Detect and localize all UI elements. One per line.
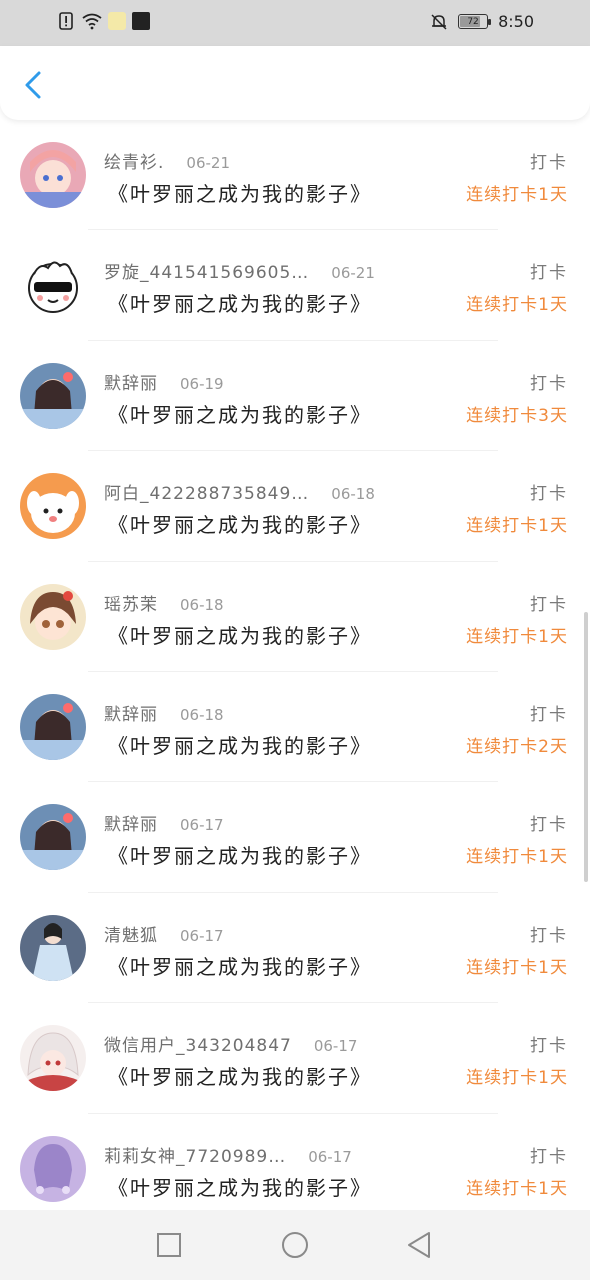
chevron-left-icon[interactable] bbox=[18, 68, 48, 102]
list-item[interactable]: 微信用户_343204847 06-17 《叶罗丽之成为我的影子》 打卡连续打卡1天 bbox=[0, 1003, 590, 1114]
status-left-icons bbox=[58, 12, 150, 30]
user-name[interactable]: 绘青衫. bbox=[104, 148, 164, 173]
avatar[interactable] bbox=[20, 804, 86, 871]
book-title[interactable]: 《叶罗丽之成为我的影子》 bbox=[108, 840, 372, 869]
mute-icon bbox=[431, 13, 447, 30]
streak-badge: 连续打卡1天 bbox=[466, 295, 568, 316]
list-item[interactable]: 清魅狐 06-17 《叶罗丽之成为我的影子》 打卡连续打卡1天 bbox=[0, 893, 590, 1004]
streak-badge: 连续打卡1天 bbox=[466, 516, 568, 537]
book-title[interactable]: 《叶罗丽之成为我的影子》 bbox=[108, 620, 372, 649]
checkin-date: 06-19 bbox=[180, 374, 224, 393]
checkin-label: 打卡 bbox=[530, 263, 568, 284]
checkin-label: 打卡 bbox=[530, 484, 568, 505]
list-item[interactable]: 默辞丽 06-17 《叶罗丽之成为我的影子》 打卡连续打卡1天 bbox=[0, 782, 590, 893]
checkin-label: 打卡 bbox=[530, 594, 568, 615]
streak-badge: 连续打卡1天 bbox=[466, 957, 568, 978]
book-title[interactable]: 《叶罗丽之成为我的影子》 bbox=[108, 951, 372, 980]
app-notification-icon bbox=[132, 12, 150, 30]
checkin-date: 06-17 bbox=[180, 816, 224, 835]
user-name[interactable]: 微信用户_343204847 bbox=[104, 1031, 292, 1056]
wifi-icon bbox=[82, 13, 102, 30]
user-meta: 默辞丽 06-18 bbox=[104, 700, 224, 725]
avatar[interactable] bbox=[20, 142, 86, 208]
user-name[interactable]: 默辞丽 bbox=[104, 369, 158, 394]
user-meta: 莉莉女神_7720989… 06-17 bbox=[104, 1142, 352, 1167]
user-name[interactable]: 默辞丽 bbox=[104, 700, 158, 725]
user-name[interactable]: 默辞丽 bbox=[104, 810, 158, 835]
checkin-date: 06-21 bbox=[186, 154, 230, 172]
checkin-label: 打卡 bbox=[530, 704, 568, 725]
streak-badge: 连续打卡1天 bbox=[466, 1068, 568, 1089]
battery-icon: 72 bbox=[458, 14, 492, 29]
user-name[interactable]: 阿白_422288735849… bbox=[104, 479, 309, 504]
alert-icon bbox=[59, 12, 73, 30]
user-name[interactable]: 莉莉女神_7720989… bbox=[104, 1142, 286, 1167]
checkin-date: 06-21 bbox=[331, 264, 375, 283]
checkin-label: 打卡 bbox=[530, 925, 568, 946]
status-right-icons: 72 8:50 bbox=[430, 12, 534, 31]
checkin-label: 打卡 bbox=[530, 153, 568, 173]
book-title[interactable]: 《叶罗丽之成为我的影子》 bbox=[108, 399, 372, 428]
list-item[interactable]: 瑶苏茉 06-18 《叶罗丽之成为我的影子》 打卡连续打卡1天 bbox=[0, 562, 590, 672]
checkin-date: 06-18 bbox=[180, 595, 224, 614]
streak-badge: 连续打卡2天 bbox=[466, 736, 568, 757]
user-name[interactable]: 罗旋_441541569605… bbox=[104, 258, 309, 283]
user-name[interactable]: 清魅狐 bbox=[104, 921, 158, 946]
status-bar: 72 8:50 bbox=[0, 0, 590, 46]
list-item[interactable]: 阿白_422288735849… 06-18 《叶罗丽之成为我的影子》 打卡连续打卡1… bbox=[0, 451, 590, 562]
back-icon[interactable] bbox=[404, 1230, 434, 1260]
scrollbar[interactable] bbox=[584, 612, 588, 882]
avatar[interactable] bbox=[20, 693, 86, 760]
book-title[interactable]: 《叶罗丽之成为我的影子》 bbox=[108, 1172, 372, 1201]
app-notification-icon bbox=[108, 12, 126, 30]
checkin-list: 绘青衫. 06-21 《叶罗丽之成为我的影子》 打卡 连续打卡1天 罗旋_44154156… bbox=[0, 120, 590, 1224]
list-item[interactable]: 莉莉女神_7720989… 06-17 《叶罗丽之成为我的影子》 打卡连续打卡1天 bbox=[0, 1114, 590, 1224]
list-item[interactable]: 绘青衫. 06-21 《叶罗丽之成为我的影子》 打卡连续打卡1天 bbox=[0, 120, 590, 231]
checkin-label: 打卡 bbox=[530, 815, 568, 836]
streak-badge: 连续打卡1天 bbox=[466, 185, 568, 205]
user-meta: 罗旋_441541569605… 06-21 bbox=[104, 258, 375, 283]
user-name[interactable]: 瑶苏茉 bbox=[104, 590, 158, 615]
book-title[interactable]: 《叶罗丽之成为我的影子》 bbox=[108, 730, 372, 759]
checkin-label: 打卡 bbox=[530, 1036, 568, 1057]
checkin-date: 06-17 bbox=[180, 926, 224, 945]
user-meta: 瑶苏茉 06-18 bbox=[104, 590, 224, 615]
header bbox=[0, 46, 590, 120]
avatar[interactable] bbox=[20, 914, 86, 981]
user-meta: 绘青衫. 06-21 bbox=[104, 148, 230, 173]
streak-badge: 连续打卡1天 bbox=[466, 847, 568, 868]
checkin-date: 06-18 bbox=[180, 705, 224, 724]
avatar[interactable] bbox=[20, 583, 86, 650]
book-title[interactable]: 《叶罗丽之成为我的影子》 bbox=[108, 1061, 372, 1090]
avatar[interactable] bbox=[20, 1025, 86, 1092]
book-title[interactable]: 《叶罗丽之成为我的影子》 bbox=[108, 288, 372, 317]
avatar[interactable] bbox=[20, 1135, 86, 1202]
list-item[interactable]: 默辞丽 06-18 《叶罗丽之成为我的影子》 打卡连续打卡2天 bbox=[0, 672, 590, 783]
streak-badge: 连续打卡1天 bbox=[466, 1178, 568, 1199]
user-meta: 清魅狐 06-17 bbox=[104, 921, 224, 946]
checkin-label: 打卡 bbox=[530, 373, 568, 394]
navigation-bar bbox=[0, 1210, 590, 1280]
user-meta: 微信用户_343204847 06-17 bbox=[104, 1031, 357, 1056]
user-meta: 阿白_422288735849… 06-18 bbox=[104, 479, 375, 504]
user-meta: 默辞丽 06-17 bbox=[104, 810, 224, 835]
streak-badge: 连续打卡3天 bbox=[466, 405, 568, 426]
recent-apps-icon[interactable] bbox=[154, 1230, 184, 1260]
clock: 8:50 bbox=[498, 12, 534, 31]
user-meta: 默辞丽 06-19 bbox=[104, 369, 224, 394]
avatar[interactable] bbox=[20, 473, 86, 540]
book-title[interactable]: 《叶罗丽之成为我的影子》 bbox=[108, 509, 372, 538]
checkin-date: 06-17 bbox=[313, 1037, 358, 1056]
avatar[interactable] bbox=[20, 252, 86, 319]
streak-badge: 连续打卡1天 bbox=[466, 626, 568, 647]
checkin-label: 打卡 bbox=[530, 1146, 568, 1167]
checkin-date: 06-17 bbox=[308, 1147, 352, 1166]
book-title[interactable]: 《叶罗丽之成为我的影子》 bbox=[108, 178, 372, 207]
home-icon[interactable] bbox=[280, 1230, 310, 1260]
checkin-date: 06-18 bbox=[331, 485, 375, 504]
list-item[interactable]: 默辞丽 06-19 《叶罗丽之成为我的影子》 打卡连续打卡3天 bbox=[0, 341, 590, 452]
avatar[interactable] bbox=[20, 362, 86, 429]
list-item[interactable]: 罗旋_441541569605… 06-21 《叶罗丽之成为我的影子》 打卡连续打卡1… bbox=[0, 230, 590, 341]
battery-level: 72 bbox=[467, 16, 479, 27]
